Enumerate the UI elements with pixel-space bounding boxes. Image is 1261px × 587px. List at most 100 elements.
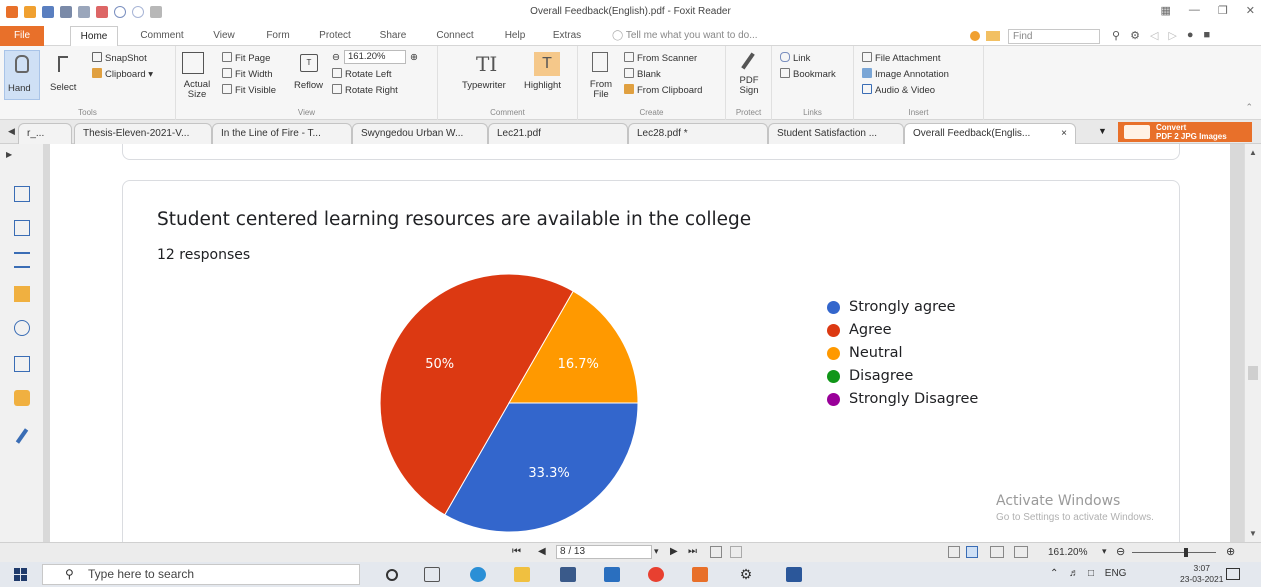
back-icon[interactable]: ◁ (1150, 29, 1158, 42)
hand-button[interactable]: Hand (4, 50, 40, 100)
highlight-button[interactable]: Highlight (524, 80, 561, 91)
doc-tab[interactable]: r_... (18, 123, 72, 144)
fit-page-button[interactable]: Fit Page (222, 52, 270, 64)
edge-browser-icon[interactable] (470, 567, 486, 582)
rotate-right-button[interactable]: Rotate Right (332, 84, 398, 96)
doc-tab[interactable]: Swyngedou Urban W... (352, 123, 488, 144)
previous-page-icon[interactable]: ◀ (538, 546, 546, 557)
scroll-up-icon[interactable]: ▲ (1249, 148, 1257, 157)
mail-icon[interactable] (604, 567, 620, 582)
minimize-icon[interactable]: — (1189, 4, 1200, 17)
taskbar-search-input[interactable]: ⚲ Type here to search (42, 564, 360, 585)
from-clipboard-button[interactable]: From Clipboard (624, 84, 702, 96)
doc-tab[interactable]: In the Line of Fire - T... (212, 123, 352, 144)
from-file-button[interactable]: From File (588, 80, 614, 100)
tab-protect[interactable]: Protect (312, 26, 358, 46)
bookmarks-panel-icon[interactable] (14, 186, 30, 202)
tab-form[interactable]: Form (258, 26, 298, 46)
next-page-icon[interactable]: ▶ (670, 546, 678, 557)
tabs-scroll-left-icon[interactable]: ◀ (8, 126, 15, 137)
file-attachment-button[interactable]: File Attachment (862, 52, 940, 64)
language-indicator[interactable]: ENG (1105, 568, 1127, 579)
content-panel-icon[interactable] (14, 428, 30, 444)
facing-page-icon[interactable] (990, 546, 1004, 558)
zoom-dropdown-icon[interactable]: ▾ (1102, 546, 1107, 557)
fit-width-button[interactable]: Fit Width (222, 68, 272, 80)
blank-button[interactable]: Blank (624, 68, 661, 80)
document-view[interactable]: Student centered learning resources are … (44, 144, 1244, 542)
zoom-in-icon[interactable]: ⊕ (410, 52, 418, 63)
from-scanner-button[interactable]: From Scanner (624, 52, 697, 64)
continuous-facing-icon[interactable] (1014, 546, 1028, 558)
zoom-out-status-icon[interactable]: ⊖ (1116, 545, 1125, 558)
snapshot-button[interactable]: SnapShot (92, 52, 147, 64)
tab-connect[interactable]: Connect (428, 26, 482, 46)
continuous-page-icon[interactable] (966, 546, 978, 558)
select-button[interactable]: Select (46, 50, 82, 100)
convert-ad-banner[interactable]: Convert PDF 2 JPG Images (1118, 122, 1252, 142)
menu-icon[interactable]: ■ (1204, 29, 1211, 42)
clipboard-button[interactable]: Clipboard ▾ (92, 68, 153, 80)
notification-icon[interactable] (970, 31, 980, 41)
audio-video-button[interactable]: Audio & Video (862, 84, 935, 96)
foxit-taskbar-icon[interactable] (692, 567, 708, 582)
layers-panel-icon[interactable] (14, 252, 30, 268)
cortana-icon[interactable] (386, 569, 398, 581)
restore-icon[interactable]: ❐ (1218, 4, 1228, 17)
skin-icon[interactable] (986, 31, 1000, 41)
typewriter-button[interactable]: Typewriter (462, 80, 506, 91)
zoom-out-icon[interactable]: ⊖ (332, 52, 340, 63)
forward-icon[interactable]: ▷ (1168, 29, 1176, 42)
find-input[interactable]: Find (1008, 29, 1100, 44)
volume-icon[interactable]: ♬ (1069, 568, 1079, 579)
next-view-icon[interactable] (730, 546, 742, 558)
zoom-in-status-icon[interactable]: ⊕ (1226, 545, 1235, 558)
actual-size-button[interactable]: Actual Size (182, 80, 212, 100)
image-annotation-button[interactable]: Image Annotation (862, 68, 949, 80)
tab-extras[interactable]: Extras (546, 26, 588, 46)
page-number-input[interactable]: 8 / 13 (556, 545, 652, 559)
tell-me-box[interactable]: ◯ Tell me what you want to do... (612, 30, 758, 41)
settings-icon[interactable]: ⚙ (1130, 29, 1140, 42)
tab-help[interactable]: Help (498, 26, 532, 46)
rotate-left-button[interactable]: Rotate Left (332, 68, 391, 80)
word-icon[interactable] (786, 567, 802, 582)
doc-tab-active[interactable]: Overall Feedback(Englis... × (904, 123, 1076, 144)
pdf-sign-button[interactable]: PDF Sign (736, 76, 762, 96)
page-dropdown-icon[interactable]: ▾ (654, 546, 659, 557)
attachments-panel-icon[interactable] (14, 320, 30, 336)
signature-panel-icon[interactable] (14, 356, 30, 372)
doc-tab[interactable]: Lec21.pdf (488, 123, 628, 144)
doc-tab[interactable]: Thesis-Eleven-2021-V... (74, 123, 212, 144)
ribbon-options-icon[interactable]: ▦ (1161, 4, 1171, 17)
system-clock[interactable]: 3:07 23-03-2021 (1180, 563, 1223, 585)
show-hidden-icons-icon[interactable]: ⌃ (1050, 568, 1058, 579)
file-explorer-icon[interactable] (514, 567, 530, 582)
fit-visible-button[interactable]: Fit Visible (222, 84, 276, 96)
tab-home[interactable]: Home (70, 26, 118, 46)
search-icon[interactable]: ⚲ (1112, 29, 1120, 42)
chrome-icon[interactable] (648, 567, 664, 582)
tab-view[interactable]: View (206, 26, 242, 46)
zoom-slider-thumb[interactable] (1184, 548, 1188, 557)
network-icon[interactable]: □ (1088, 568, 1094, 579)
account-icon[interactable]: ● (1187, 29, 1194, 42)
tab-file[interactable]: File (0, 26, 44, 46)
zoom-slider[interactable] (1132, 552, 1216, 553)
task-view-icon[interactable] (424, 567, 440, 582)
close-icon[interactable]: ✕ (1246, 4, 1255, 17)
scroll-down-icon[interactable]: ▼ (1249, 529, 1257, 538)
first-page-icon[interactable]: ⏮ (512, 546, 521, 557)
panel-expand-icon[interactable]: ▶ (6, 150, 12, 159)
scroll-thumb[interactable] (1248, 366, 1258, 380)
settings-gear-icon[interactable]: ⚙ (738, 567, 754, 582)
close-tab-icon[interactable]: × (1061, 124, 1067, 143)
security-lock-icon[interactable] (14, 390, 30, 406)
vertical-scrollbar[interactable]: ▲ ▼ (1244, 144, 1261, 542)
reflow-button[interactable]: Reflow (294, 80, 323, 91)
zoom-level[interactable]: 161.20% (1048, 547, 1087, 558)
zoom-select[interactable]: 161.20% (344, 50, 406, 64)
tab-comment[interactable]: Comment (130, 26, 194, 46)
comments-panel-icon[interactable] (14, 286, 30, 302)
actual-size-icon[interactable] (182, 52, 204, 74)
